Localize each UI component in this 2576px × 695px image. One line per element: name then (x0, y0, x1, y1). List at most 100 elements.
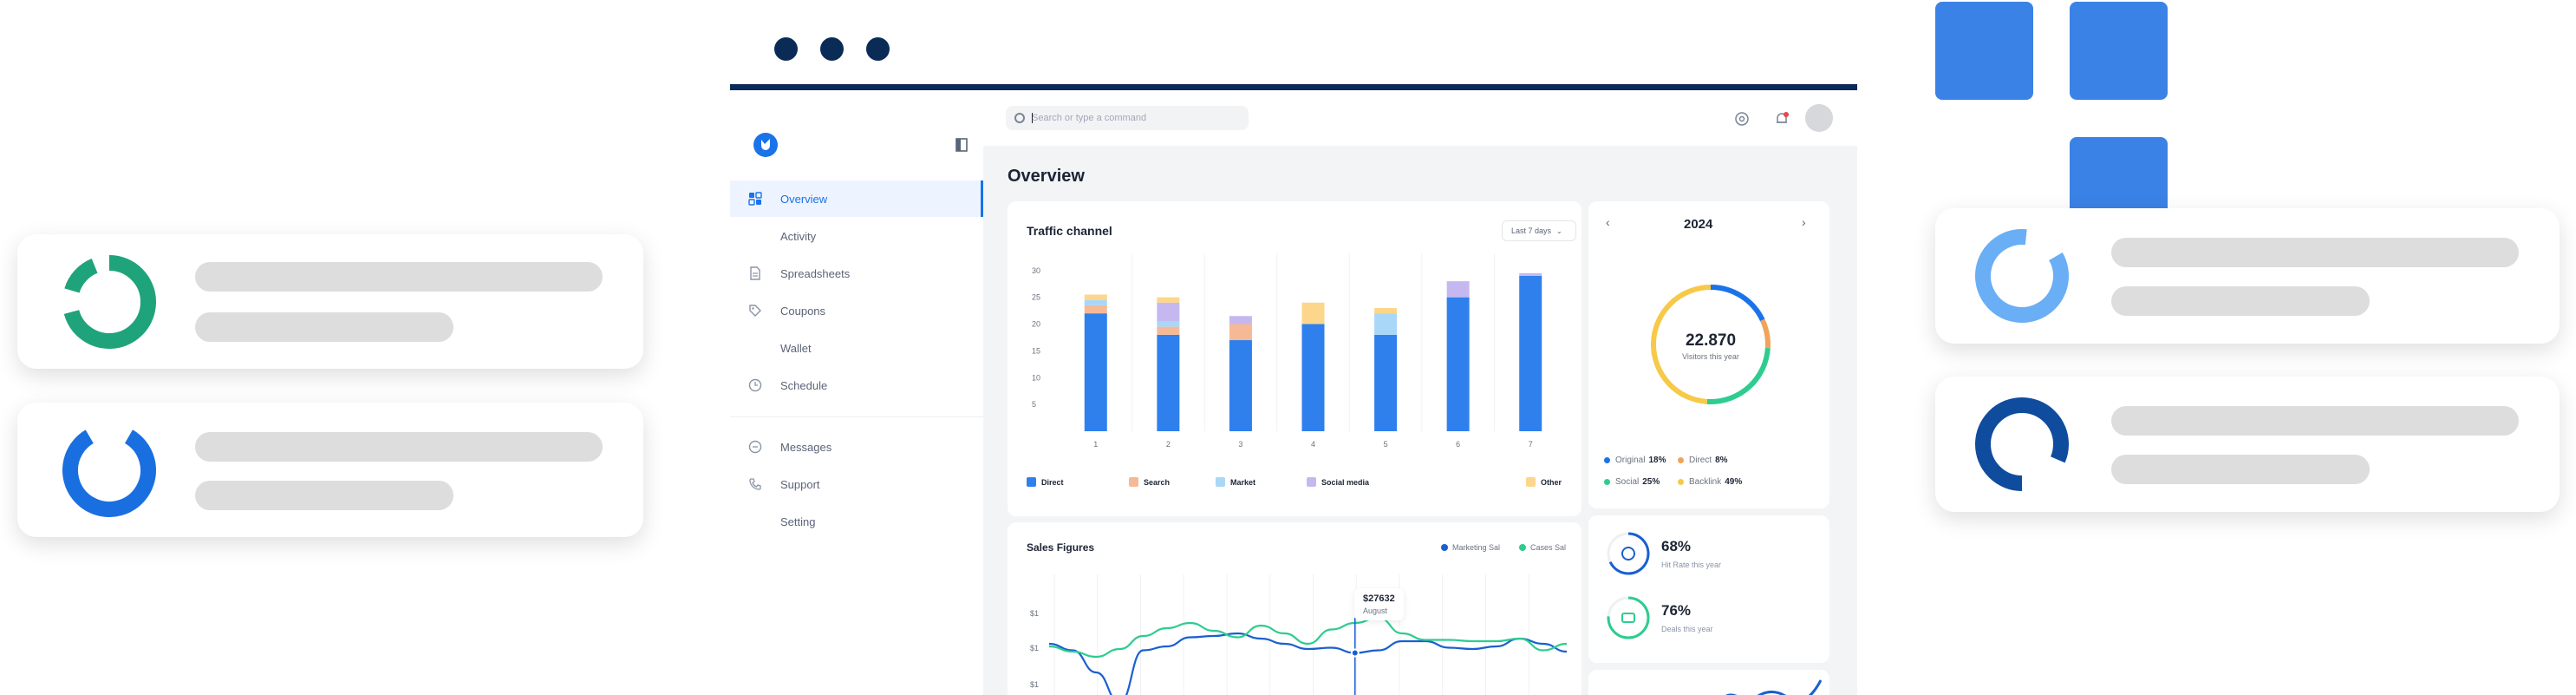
progress-ring-icon (1975, 228, 2069, 323)
sidebar-item-label: Setting (780, 515, 816, 528)
sidebar-item-label: Schedule (780, 378, 828, 392)
bar-direct (1446, 297, 1470, 431)
legend-dot (1678, 457, 1684, 463)
kpi-label: Deals this year (1661, 625, 1713, 633)
x-tick-label: 3 (1238, 440, 1242, 449)
logo-icon (753, 133, 778, 157)
window-dot (774, 37, 798, 61)
chat-icon (747, 439, 763, 455)
sidebar-item-support[interactable]: Support (730, 466, 983, 502)
tooltip-value: $27632 (1363, 593, 1395, 604)
chevron-left-icon[interactable]: ‹ (1606, 215, 1610, 229)
sidebar-collapse-icon[interactable] (955, 138, 968, 152)
bar-social-media (1519, 272, 1542, 276)
stat-original: Original 18% (1604, 456, 1666, 465)
kpi-value: 76% (1661, 602, 1692, 619)
stat-value: 8% (1715, 456, 1728, 465)
sidebar-item-label: Wallet (780, 341, 812, 355)
stat-label: Original (1615, 456, 1646, 465)
bar-direct (1084, 313, 1107, 431)
browser-top-bar (730, 84, 1857, 90)
bar-social-media (1446, 281, 1470, 298)
bar-direct (1229, 340, 1252, 431)
top-header: Search or type a command (983, 90, 1857, 146)
legend-label: Other (1541, 477, 1562, 487)
bar-market (1157, 321, 1180, 327)
sidebar-item-coupons[interactable]: Coupons (730, 292, 983, 329)
sidebar-item-overview[interactable]: Overview (730, 180, 983, 217)
chevron-right-icon[interactable]: › (1802, 215, 1806, 229)
window-dot (866, 37, 890, 61)
stat-value: 49% (1725, 477, 1743, 487)
phone-icon (747, 476, 763, 492)
x-tick-label: 5 (1384, 440, 1388, 449)
wallet-icon (1621, 613, 1635, 623)
sidebar-item-label: Activity (780, 229, 817, 243)
skeleton-line (195, 432, 603, 462)
decor-square (2070, 2, 2168, 100)
skeleton-line (2111, 406, 2519, 436)
progress-ring-icon (62, 423, 156, 517)
mini-chart-line (1725, 679, 1823, 695)
bar-search (1229, 324, 1252, 341)
grid-icon (747, 191, 763, 207)
y-tick-label: 25 (1032, 293, 1040, 302)
settings-icon[interactable] (1734, 111, 1750, 127)
floating-card-blue (17, 403, 643, 537)
page-title: Overview (1008, 167, 1085, 186)
search-input[interactable]: Search or type a command (1032, 113, 1146, 123)
search-bar[interactable]: Search or type a command (1006, 106, 1249, 130)
skeleton-line (2111, 238, 2519, 267)
y-tick-label: $1 (1030, 644, 1039, 652)
sidebar-item-label: Overview (780, 192, 828, 206)
x-tick-label: 1 (1093, 440, 1098, 449)
skeleton-line (2111, 286, 2370, 316)
series-line-marketing-sal (1048, 632, 1568, 695)
bar-social-media (1229, 316, 1252, 325)
document-icon (747, 266, 763, 281)
dashboard-app: Overview Activity Spreadsheets Coupons W… (730, 90, 1857, 695)
traffic-channel-panel: Traffic channel Last 7 days ⌄ 5 10 15 20 25 3… (1008, 201, 1581, 516)
y-tick-label: $1 (1030, 609, 1039, 618)
stat-label: Social (1615, 477, 1640, 487)
skeleton-line (2111, 455, 2370, 484)
sales-line-chart: $1 $1 $1 (1030, 574, 1568, 695)
legend-dot (1678, 479, 1684, 485)
sidebar-item-spreadsheets[interactable]: Spreadsheets (730, 255, 983, 292)
main-content: Search or type a command Overview Traffi… (983, 90, 1857, 695)
stat-value: 18% (1648, 456, 1666, 465)
sidebar-divider (730, 416, 983, 417)
stat-value: 25% (1642, 477, 1660, 487)
legend-label: Market (1230, 477, 1256, 487)
sales-figures-panel: Sales Figures Marketing Sal Cases Sal $1… (1008, 522, 1581, 695)
legend-item: Search (1129, 477, 1170, 487)
sidebar-item-messages[interactable]: Messages (730, 429, 983, 465)
window-dot (820, 37, 844, 61)
progress-ring-icon (62, 255, 156, 349)
stat-direct: Direct 8% (1678, 456, 1728, 465)
legend-swatch (1526, 477, 1536, 487)
legend-swatch (1129, 477, 1138, 487)
text-cursor (1032, 113, 1033, 123)
legend-label: Direct (1041, 477, 1064, 487)
x-tick-label: 7 (1529, 440, 1533, 449)
avatar[interactable] (1805, 104, 1833, 132)
bar-direct (1374, 334, 1398, 431)
progress-ring-icon (1975, 397, 2069, 491)
sidebar-item-wallet[interactable]: Wallet (730, 330, 983, 366)
y-tick-label: 5 (1032, 400, 1036, 409)
stat-label: Backlink (1689, 477, 1722, 487)
bar-market (1374, 313, 1398, 335)
kpi-label: Hit Rate this year (1661, 561, 1722, 569)
tooltip-label: August (1363, 606, 1388, 615)
bar-search (1084, 305, 1107, 314)
y-tick-label: 20 (1032, 320, 1040, 329)
sidebar-item-label: Support (780, 477, 820, 491)
legend-item: Other (1526, 477, 1562, 487)
search-icon (1014, 113, 1025, 123)
sidebar-item-activity[interactable]: Activity (730, 218, 983, 254)
sidebar-item-setting[interactable]: Setting (730, 503, 983, 540)
sidebar-item-schedule[interactable]: Schedule (730, 367, 983, 403)
bell-icon[interactable] (1774, 111, 1790, 127)
stat-label: Direct (1689, 456, 1712, 465)
